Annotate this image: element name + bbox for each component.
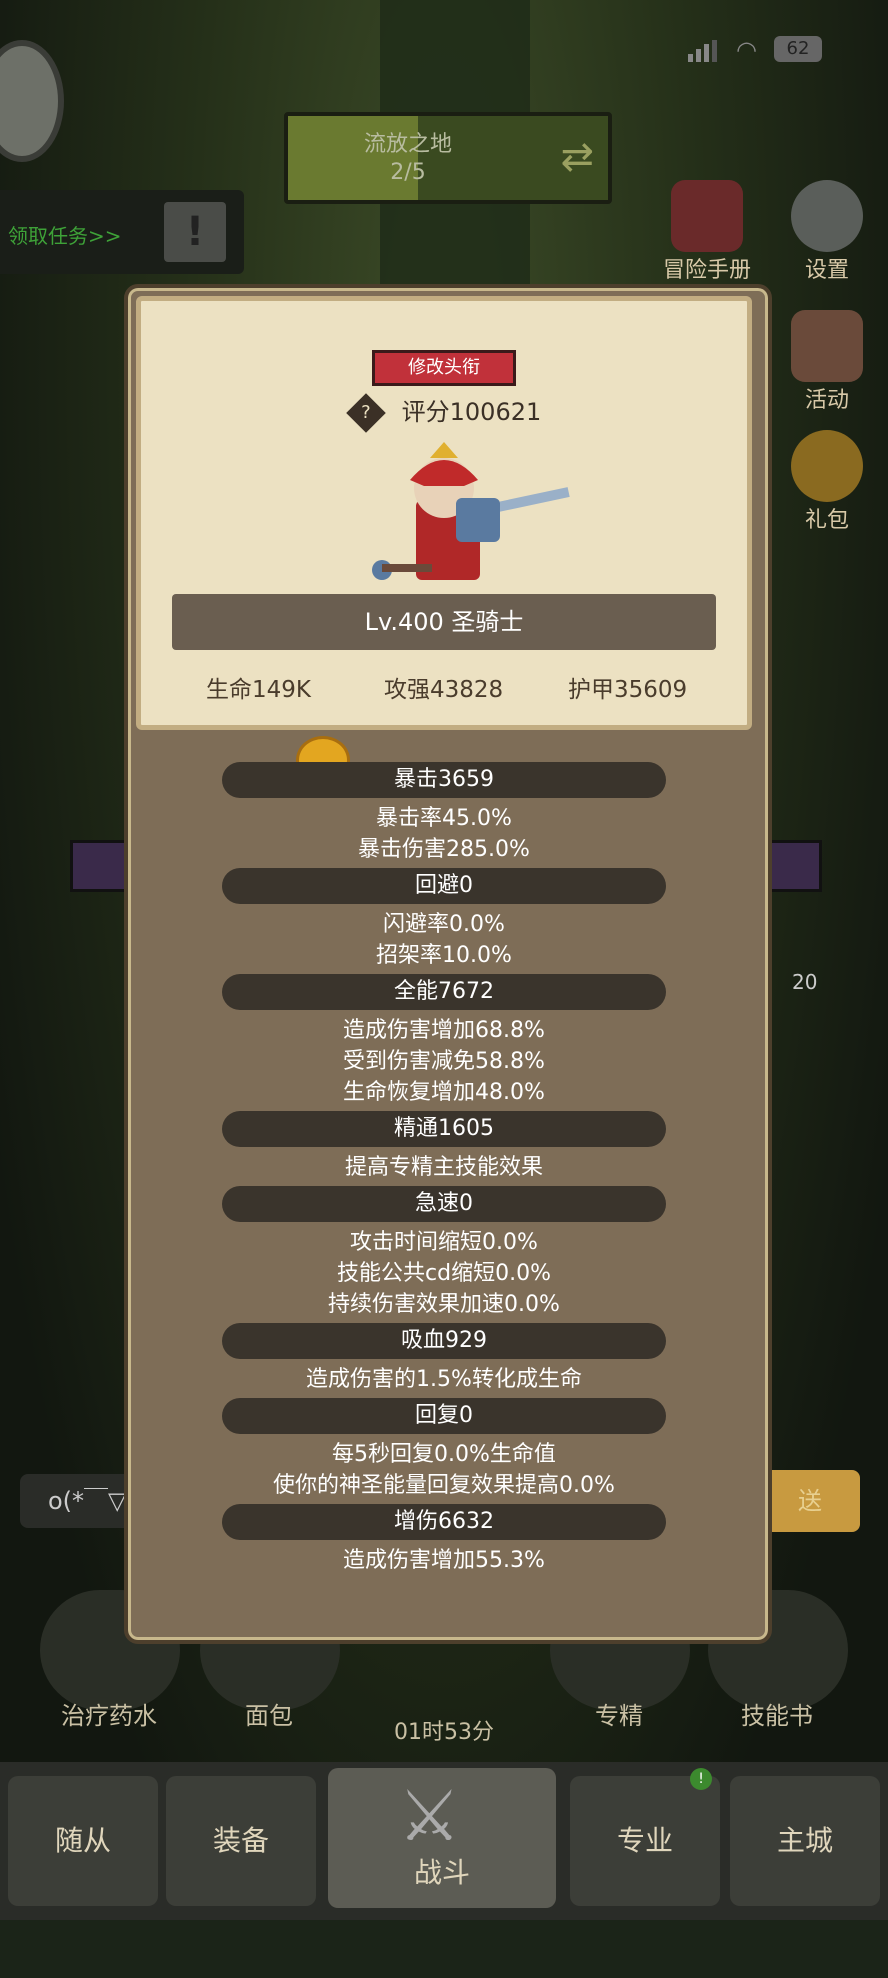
spec-label: 专精 [595,1702,643,1730]
stat-header: 增伤6632 [222,1504,666,1540]
quest-alert-icon[interactable]: ! [164,202,226,262]
stat-line: 持续伤害效果加速0.0% [328,1292,560,1317]
status-bar: ◠ 62 [648,30,828,70]
item-count-badge: 20 [792,970,818,994]
bread-label: 面包 [245,1702,293,1730]
stat-header: 回复0 [222,1398,666,1434]
healing-potion-label: 治疗药水 [61,1702,157,1730]
tab-battle-label: 战斗 [413,1856,470,1889]
stat-header: 回避0 [222,868,666,904]
settings-button[interactable]: 设置 [782,180,872,284]
stat-line: 造成伤害增加55.3% [343,1548,545,1573]
tab-profession-label: 专业 [616,1824,673,1857]
activity-button[interactable]: 活动 [782,310,872,414]
score-text: 评分100621 [401,398,542,426]
hp-stat: 生命149K [206,677,311,703]
stat-line: 闪避率0.0% [383,912,505,937]
switch-zone-icon[interactable]: ⇄ [560,134,594,180]
claim-quest-link[interactable]: 领取任务>> [8,220,122,249]
send-button[interactable]: 送 [760,1470,860,1532]
gift-button[interactable]: 礼包 [782,430,872,534]
tab-follower[interactable]: 随从 [8,1776,158,1906]
stat-line: 提高专精主技能效果 [344,1155,543,1180]
paladin-character-sprite [372,442,570,580]
stat-line: 造成伤害的1.5%转化成生命 [306,1367,582,1392]
stat-header: 吸血929 [222,1323,666,1359]
settings-label: 设置 [804,258,849,283]
crossed-swords-icon: ⚔ [398,1775,461,1857]
stat-line: 使你的神圣能量回复效果提高0.0% [273,1473,615,1498]
help-icon[interactable]: ? [346,393,386,433]
signal-icon [688,38,720,62]
stat-line: 受到伤害减免58.8% [343,1049,545,1074]
attack-power-stat: 攻强43828 [384,677,504,703]
tab-equipment[interactable]: 装备 [166,1776,316,1906]
gear-icon [791,180,863,252]
change-title-button[interactable]: 修改头衔 [372,350,516,386]
timer-text: 01时53分 [394,1720,494,1745]
stat-header: 暴击3659 [222,762,666,798]
book-icon [671,180,743,252]
gift-label: 礼包 [804,508,849,533]
adventure-manual-label: 冒险手册 [662,258,751,283]
notification-dot: ! [690,1768,712,1790]
stat-line: 生命恢复增加48.0% [343,1080,545,1105]
zone-progress-text: 2/5 [390,160,426,185]
activity-label: 活动 [804,388,849,413]
score-display: ? 评分100621 [346,393,542,433]
zone-name: 流放之地 [363,132,452,157]
scroll-icon [791,310,863,382]
stat-line: 造成伤害增加68.8% [343,1018,545,1043]
tab-profession[interactable]: 专业 ! [570,1768,720,1906]
stat-header: 急速0 [222,1186,666,1222]
tab-main-city[interactable]: 主城 [730,1776,880,1906]
stat-header: 全能7672 [222,974,666,1010]
gift-bag-icon [791,430,863,502]
zone-progress-panel[interactable]: 流放之地 2/5 ⇄ [284,112,612,204]
tab-battle[interactable]: ⚔ 战斗 [328,1768,556,1908]
stat-line: 技能公共cd缩短0.0% [337,1261,551,1286]
battery-indicator: 62 [774,36,822,62]
stat-line: 招架率10.0% [376,943,512,968]
stat-line: 每5秒回复0.0%生命值 [332,1442,556,1467]
quest-panel[interactable]: 领取任务>> ! [0,190,244,274]
stat-line: 暴击率45.0% [376,806,512,831]
stat-line: 暴击伤害285.0% [358,837,530,862]
skill-book-label: 技能书 [741,1702,813,1730]
stat-line: 攻击时间缩短0.0% [350,1230,538,1255]
wifi-icon: ◠ [736,36,757,64]
adventure-manual-button[interactable]: 冒险手册 [662,180,752,284]
stat-header: 精通1605 [222,1111,666,1147]
armor-stat: 护甲35609 [568,677,688,703]
level-class-bar: Lv.400 圣骑士 [172,594,716,650]
